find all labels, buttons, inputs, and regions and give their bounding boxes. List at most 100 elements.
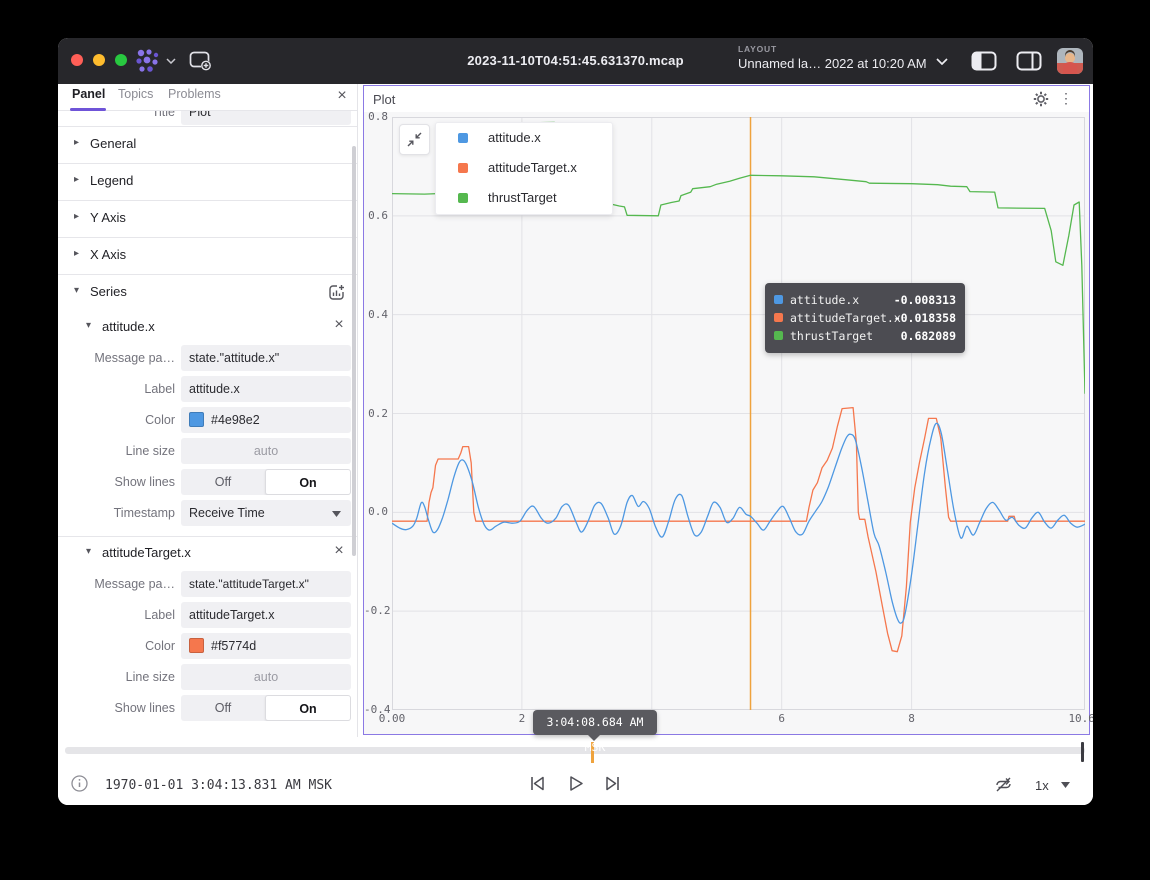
seek-end-button[interactable] — [603, 774, 622, 793]
y-axis-tick-label: -0.2 — [364, 604, 388, 617]
sidebar-tab-bar: Panel Topics Problems × — [58, 84, 357, 111]
chevron-down-icon: ▾ — [86, 546, 91, 557]
color-input[interactable]: #f5774d — [181, 633, 351, 659]
label-input[interactable]: attitude.x — [181, 376, 351, 402]
playback-bar: 1970-01-01 3:04:13.831 AM MSK — [58, 765, 1093, 805]
y-axis-tick-label: 0.8 — [364, 110, 388, 123]
show-lines-off-button[interactable]: Off — [181, 469, 265, 495]
screen: { "icons": { "close": "×", "triangle_rig… — [0, 0, 1150, 880]
data-source-info-icon[interactable] — [71, 775, 88, 792]
y-axis-tick-label: 0.4 — [364, 308, 388, 321]
title-field-value[interactable]: Plot — [181, 111, 351, 125]
layout-selector[interactable]: LAYOUT Unnamed la… 2022 at 10:20 AM — [738, 44, 927, 71]
play-button[interactable] — [566, 774, 585, 793]
color-row: Color #f5774d — [58, 633, 357, 664]
legend-item[interactable]: attitudeTarget.x — [436, 153, 612, 183]
x-axis-tick-label: 10.67 — [1063, 712, 1093, 725]
section-series[interactable]: ▾ Series — [58, 275, 357, 311]
hover-values-tooltip: attitude.x -0.008313 attitudeTarget.x -0… — [765, 283, 965, 353]
legend-swatch — [458, 193, 468, 203]
label-row: Label attitude.x — [58, 376, 357, 407]
plot-panel[interactable]: Plot ⋮ — [363, 85, 1090, 735]
tooltip-row: thrustTarget 0.682089 — [774, 328, 956, 344]
legend-item[interactable]: thrustTarget — [436, 183, 612, 213]
x-axis-tick-label: 0.00 — [370, 712, 414, 725]
series-group-attitude-target-x[interactable]: ▾ attitudeTarget.x × — [58, 537, 357, 571]
message-path-input[interactable]: state."attitude.x" — [181, 345, 351, 371]
x-axis-tick-label: 8 — [890, 712, 934, 725]
timeline-scrubber[interactable] — [65, 747, 1085, 754]
toggle-left-sidebar-icon[interactable] — [971, 51, 997, 71]
color-swatch[interactable] — [189, 638, 204, 653]
legend-swatch — [458, 133, 468, 143]
layout-chevron-icon[interactable] — [936, 58, 948, 65]
playback-speed[interactable]: 1x — [1035, 778, 1049, 793]
timeline-scrubber-row — [58, 737, 1093, 765]
plot-legend: attitude.x attitudeTarget.x thrustTarget — [435, 122, 613, 215]
remove-series-icon[interactable]: × — [329, 316, 349, 334]
show-lines-on-button[interactable]: On — [265, 469, 351, 495]
remove-series-icon[interactable]: × — [329, 542, 349, 560]
loop-playback-off-icon[interactable] — [994, 775, 1013, 794]
timeline-end-marker[interactable] — [1081, 742, 1084, 762]
section-general[interactable]: ▸ General — [58, 127, 357, 164]
message-path-row: Message pa… state."attitudeTarget.x" — [58, 571, 357, 602]
chevron-right-icon: ▸ — [74, 137, 79, 148]
tooltip-swatch — [774, 313, 783, 322]
y-axis-tick-label: 0.2 — [364, 407, 388, 420]
chevron-down-icon: ▾ — [86, 320, 91, 331]
message-path-row: Message pa… state."attitude.x" — [58, 345, 357, 376]
title-field-label: Title — [58, 111, 175, 125]
speed-chevron-icon[interactable] — [1061, 782, 1070, 788]
line-size-row: Line size auto — [58, 664, 357, 695]
seek-start-button[interactable] — [528, 774, 547, 793]
panel-settings-gear-icon[interactable] — [1033, 91, 1049, 107]
app-window: 2023-11-10T04:51:45.631370.mcap LAYOUT U… — [58, 38, 1093, 805]
plot-panel-toolbar: Plot ⋮ — [364, 86, 1089, 112]
timestamp-row: Timestamp Receive Time — [58, 500, 357, 536]
plot-panel-title: Plot — [373, 92, 395, 107]
legend-item[interactable]: attitude.x — [436, 123, 612, 153]
timestamp-select[interactable]: Receive Time — [181, 500, 351, 526]
show-lines-on-button[interactable]: On — [265, 695, 351, 721]
color-swatch[interactable] — [189, 412, 204, 427]
line-size-input[interactable]: auto — [181, 664, 351, 690]
tooltip-swatch — [774, 331, 783, 340]
show-lines-off-button[interactable]: Off — [181, 695, 265, 721]
series-group-attitude-x[interactable]: ▾ attitude.x × — [58, 311, 357, 345]
panel-menu-kebab-icon[interactable]: ⋮ — [1059, 90, 1073, 107]
line-size-input[interactable]: auto — [181, 438, 351, 464]
tab-problems[interactable]: Problems — [168, 87, 221, 101]
chevron-right-icon: ▸ — [74, 211, 79, 222]
add-series-icon[interactable] — [328, 284, 345, 301]
line-size-row: Line size auto — [58, 438, 357, 469]
section-legend[interactable]: ▸ Legend — [58, 164, 357, 201]
legend-swatch — [458, 163, 468, 173]
x-axis-tick-label: 6 — [760, 712, 804, 725]
show-lines-toggle: OffOn — [181, 469, 351, 495]
label-input[interactable]: attitudeTarget.x — [181, 602, 351, 628]
chevron-right-icon: ▸ — [74, 248, 79, 259]
settings-scroll-area[interactable]: Title Plot ▸ General ▸ Legend ▸ Y Axis — [58, 111, 357, 737]
tooltip-swatch — [774, 295, 783, 304]
user-avatar[interactable] — [1057, 48, 1083, 74]
section-y-axis[interactable]: ▸ Y Axis — [58, 201, 357, 238]
y-axis-tick-label: 0.6 — [364, 209, 388, 222]
select-chevron-icon — [332, 511, 341, 517]
close-sidebar-icon[interactable]: × — [332, 86, 352, 106]
tab-topics[interactable]: Topics — [118, 87, 153, 101]
layout-caption: LAYOUT — [738, 44, 927, 54]
main-content: Panel Topics Problems × Title Plot ▸ Gen… — [58, 84, 1093, 737]
current-timestamp[interactable]: 1970-01-01 3:04:13.831 AM MSK — [105, 778, 332, 793]
color-input[interactable]: #4e98e2 — [181, 407, 351, 433]
toggle-right-sidebar-icon[interactable] — [1016, 51, 1042, 71]
section-x-axis[interactable]: ▸ X Axis — [58, 238, 357, 275]
label-row: Label attitudeTarget.x — [58, 602, 357, 633]
plot-chart-area[interactable]: 0.80.60.40.20.0-0.2-0.40.00246810.67 att… — [364, 112, 1089, 734]
show-lines-row: Show lines OffOn — [58, 695, 357, 726]
tooltip-row: attitudeTarget.x -0.018358 — [774, 310, 956, 326]
collapse-legend-button[interactable] — [399, 124, 430, 155]
tab-panel[interactable]: Panel — [72, 87, 105, 101]
sidebar-scrollbar[interactable] — [352, 146, 356, 556]
message-path-input[interactable]: state."attitudeTarget.x" — [181, 571, 351, 597]
